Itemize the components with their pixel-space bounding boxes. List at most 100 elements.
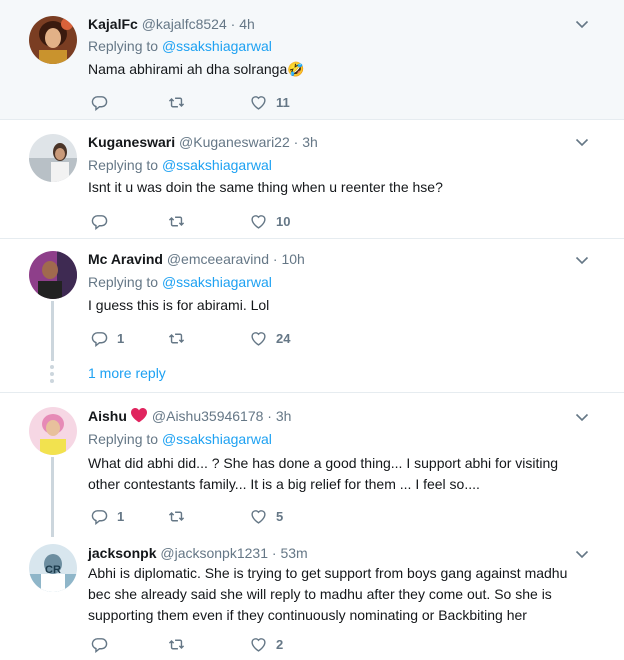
thread-dots (50, 365, 55, 386)
replying-to: Replying to @ssakshiagarwal (88, 273, 272, 291)
reply-icon (91, 509, 108, 525)
reply-count: 1 (117, 330, 125, 346)
user-handle[interactable]: @Kuganeswari22 (179, 134, 290, 150)
reply-button[interactable] (91, 91, 117, 113)
chevron-down-icon[interactable] (574, 134, 590, 150)
tweet-actions: 2 (88, 633, 388, 655)
display-name[interactable]: jacksonpk (88, 545, 156, 561)
tweet-text: What did abhi did... ? She has done a go… (88, 455, 559, 492)
tweet-header: KajalFc @kajalfc8524 · 4h (88, 15, 255, 33)
like-button[interactable]: 5 (250, 505, 283, 527)
user-handle[interactable]: @kajalfc8524 (142, 16, 227, 32)
retweet-icon (168, 97, 185, 107)
tweet-text: I guess this is for abirami. Lol (88, 297, 270, 313)
more-replies-link[interactable]: 1 more reply (88, 365, 166, 381)
separator: · (226, 16, 240, 32)
like-count: 5 (276, 508, 284, 524)
heart-icon (251, 214, 266, 229)
retweet-icon (168, 333, 185, 343)
reply-icon (91, 214, 108, 230)
display-name[interactable]: Kuganeswari (88, 134, 175, 150)
retweet-button[interactable] (168, 505, 194, 527)
avatar[interactable]: CR (29, 544, 77, 592)
reply-button[interactable]: 1 (91, 327, 124, 349)
replying-to: Replying to @ssakshiagarwal (88, 37, 272, 55)
tweet-actions: 11 (88, 91, 388, 113)
tweet-text: Nama abhirami ah dha solranga🤣 (88, 61, 305, 77)
timestamp[interactable]: 53m (280, 545, 307, 561)
replying-to-link[interactable]: @ssakshiagarwal (162, 157, 272, 173)
retweet-button[interactable] (168, 327, 194, 349)
user-handle[interactable]: @jacksonpk1231 (160, 545, 268, 561)
tweet-mc-aravind[interactable]: Mc Aravind @emceearavind · 10h Replying … (0, 239, 624, 393)
tweet-actions: 1 5 (88, 505, 388, 527)
display-name[interactable]: Aishu (88, 408, 127, 424)
like-button[interactable]: 10 (250, 210, 290, 232)
replying-to: Replying to @ssakshiagarwal (88, 430, 272, 448)
retweet-button[interactable] (168, 91, 194, 113)
heart-icon (251, 95, 266, 110)
avatar[interactable] (29, 16, 77, 64)
replying-to: Replying to @ssakshiagarwal (88, 156, 272, 174)
timestamp[interactable]: 10h (281, 251, 304, 267)
timestamp[interactable]: 3h (302, 134, 318, 150)
retweet-button[interactable] (168, 633, 194, 655)
like-count: 2 (276, 636, 284, 652)
reply-button[interactable] (91, 210, 117, 232)
red-heart-icon (130, 407, 147, 423)
avatar[interactable] (29, 407, 77, 455)
replying-to-link[interactable]: @ssakshiagarwal (162, 274, 272, 290)
like-count: 11 (276, 94, 290, 110)
heart-icon (251, 637, 266, 652)
separator: · (263, 408, 276, 424)
chevron-down-icon[interactable] (574, 16, 590, 32)
tweet-text: Isnt it u was doin the same thing when u… (88, 179, 443, 195)
retweet-button[interactable] (168, 210, 194, 232)
replying-to-link[interactable]: @ssakshiagarwal (162, 38, 272, 54)
thread-line (51, 457, 54, 537)
chevron-down-icon[interactable] (574, 546, 590, 562)
retweet-icon (168, 216, 185, 226)
retweet-icon (168, 511, 185, 521)
retweet-icon (168, 639, 185, 649)
replying-to-link[interactable]: @ssakshiagarwal (162, 431, 272, 447)
reply-feed: KajalFc @kajalfc8524 · 4h Replying to @s… (0, 0, 624, 660)
heart-icon (251, 509, 266, 524)
separator: · (269, 251, 282, 267)
tweet-header: Mc Aravind @emceearavind · 10h (88, 250, 305, 268)
like-button[interactable]: 11 (250, 91, 290, 113)
user-handle[interactable]: @emceearavind (167, 251, 269, 267)
like-button[interactable]: 2 (250, 633, 283, 655)
replying-label: Replying to (88, 157, 162, 173)
avatar[interactable] (29, 251, 77, 299)
chevron-down-icon[interactable] (574, 252, 590, 268)
tweet-kajalfc[interactable]: KajalFc @kajalfc8524 · 4h Replying to @s… (0, 0, 624, 120)
tweet-header: Kuganeswari @Kuganeswari22 · 3h (88, 133, 318, 151)
like-count: 24 (276, 330, 291, 346)
reply-icon (91, 95, 108, 111)
reply-button[interactable] (91, 633, 117, 655)
tweet-actions: 10 (88, 210, 388, 232)
user-handle[interactable]: @Aishu35946178 (152, 408, 264, 424)
replying-label: Replying to (88, 274, 162, 290)
replying-label: Replying to (88, 431, 162, 447)
display-name[interactable]: KajalFc (88, 16, 138, 32)
display-name[interactable]: Mc Aravind (88, 251, 163, 267)
reply-icon (91, 331, 108, 347)
chevron-down-icon[interactable] (574, 409, 590, 425)
timestamp[interactable]: 3h (276, 408, 292, 424)
tweet-aishu[interactable]: Aishu @Aishu35946178 · 3h Replying to @ss… (0, 393, 624, 537)
tweet-kuganeswari[interactable]: Kuganeswari @Kuganeswari22 · 3h Replying… (0, 120, 624, 239)
thread-line (51, 301, 54, 361)
tweet-actions: 1 24 (88, 327, 388, 349)
avatar[interactable] (29, 134, 77, 182)
heart-icon (251, 331, 266, 346)
reply-button[interactable]: 1 (91, 505, 124, 527)
like-button[interactable]: 24 (250, 327, 290, 349)
tweet-text: Abhi is diplomatic. She is trying to get… (88, 565, 568, 623)
reply-count: 1 (117, 508, 125, 524)
avatar-overlay-text: CR (45, 564, 61, 576)
timestamp[interactable]: 4h (239, 16, 255, 32)
tweet-jacksonpk[interactable]: CR jacksonpk @jacksonpk1231 · 53m Abhi i… (0, 535, 624, 660)
replying-label: Replying to (88, 38, 162, 54)
